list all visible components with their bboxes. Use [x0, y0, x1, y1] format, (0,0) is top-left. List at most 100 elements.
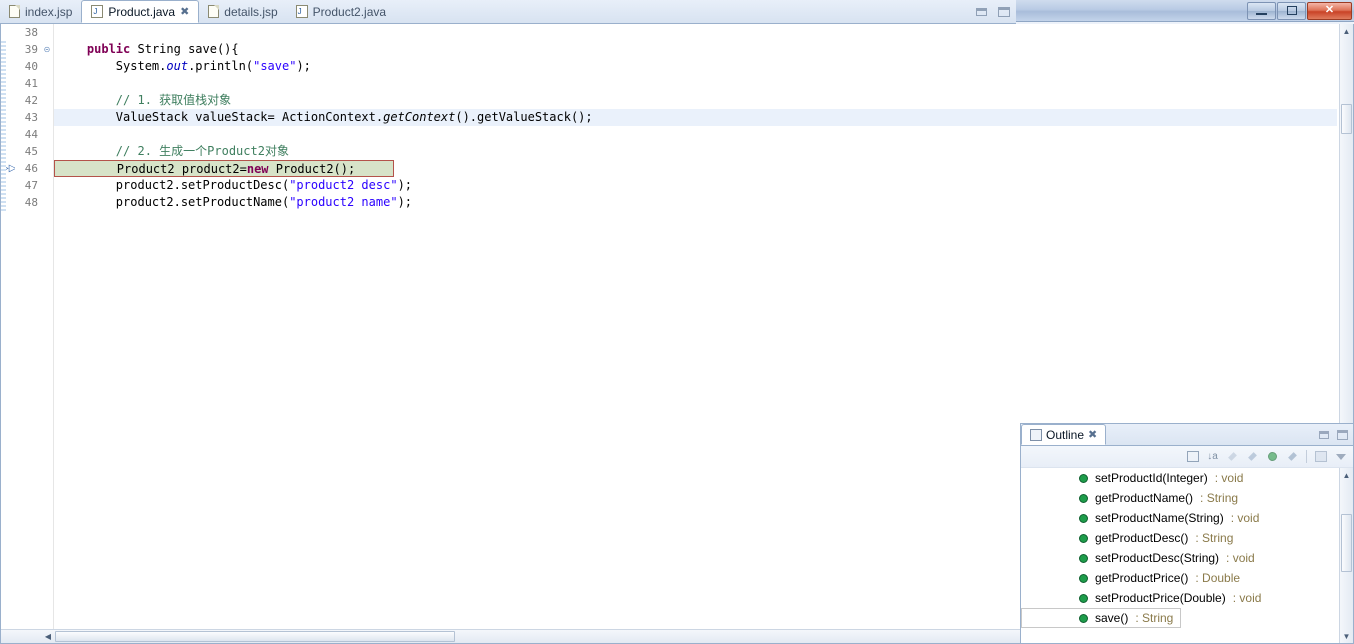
view-menu-icon[interactable]	[1332, 448, 1349, 465]
outline-icon	[1030, 428, 1042, 441]
line-number: 39	[24, 43, 38, 56]
code-line[interactable]: ValueStack valueStack= ActionContext.get…	[54, 109, 1337, 126]
java-file-icon: J	[295, 5, 308, 18]
editor-tabrow: index.jsp J Product.java ✖ details.jsp J…	[0, 0, 1016, 24]
editor-tab-label: index.jsp	[25, 4, 73, 19]
outline-item[interactable]: save() : String	[1021, 608, 1181, 628]
close-icon[interactable]: ✖	[180, 5, 189, 18]
public-method-icon	[1079, 553, 1088, 563]
minimize-button[interactable]	[1247, 1, 1276, 20]
outline-item-label: getProductDesc()	[1095, 531, 1189, 545]
line-number: 46	[24, 162, 38, 175]
fold-placeholder	[41, 24, 53, 41]
outline-view: Outline ✖ ↓a setProductId(Integer): voi…	[1020, 423, 1354, 644]
editor-folding-bar[interactable]: ⊝	[41, 24, 54, 629]
outline-item[interactable]: getProductDesc() : String	[1021, 528, 1339, 548]
maximize-icon[interactable]	[1334, 427, 1351, 444]
public-method-icon	[1079, 493, 1088, 503]
code-line[interactable]	[54, 126, 1337, 143]
line-number: 38	[24, 26, 38, 39]
code-line[interactable]: // 1. 获取值栈对象	[54, 92, 1337, 109]
code-line[interactable]: Product2 product2=new Product2();	[54, 160, 394, 177]
outline-member-list[interactable]: setProductId(Integer) : void getProductNa…	[1021, 468, 1339, 643]
fold-placeholder	[41, 160, 53, 177]
outline-item-return-type: : void	[1232, 591, 1262, 605]
outline-item-label: setProductDesc(String)	[1095, 551, 1220, 565]
scroll-thumb[interactable]	[1341, 514, 1352, 572]
line-number: 41	[24, 77, 38, 90]
hide-nonpublic-icon[interactable]	[1264, 448, 1281, 465]
public-method-icon	[1079, 573, 1088, 583]
scroll-down-arrow-icon[interactable]: ▼	[1340, 629, 1353, 643]
scroll-thumb[interactable]	[55, 631, 455, 642]
collapse-all-icon[interactable]	[1184, 448, 1201, 465]
editor-tab-product-java[interactable]: J Product.java ✖	[81, 0, 200, 23]
outline-item-label: setProductName(String)	[1095, 511, 1224, 525]
java-file-icon: J	[91, 5, 104, 18]
editor-area: index.jsp J Product.java ✖ details.jsp J…	[0, 0, 1354, 644]
outline-item-return-type: : Double	[1195, 571, 1241, 585]
outline-item[interactable]: getProductPrice() : Double	[1021, 568, 1339, 588]
hide-local-types-icon[interactable]	[1284, 448, 1301, 465]
outline-item[interactable]: setProductPrice(Double) : void	[1021, 588, 1339, 608]
fold-placeholder	[41, 126, 53, 143]
fold-placeholder	[41, 177, 53, 194]
change-ruler	[1, 41, 6, 211]
line-number: 47	[24, 179, 38, 192]
minimize-icon[interactable]	[1315, 427, 1332, 444]
editor-tab-details-jsp[interactable]: details.jsp	[199, 0, 286, 23]
fold-placeholder	[41, 143, 53, 160]
editor-line-numbers: 38 39 40 41 42 43 44 45 46 47 48	[15, 24, 41, 629]
outline-item-return-type: : void	[1214, 471, 1244, 485]
outline-item[interactable]: setProductName(String) : void	[1021, 508, 1339, 528]
close-icon[interactable]: ✖	[1088, 428, 1097, 441]
outline-tab-toolbar	[1315, 425, 1351, 445]
code-line[interactable]: product2.setProductDesc("product2 desc")…	[54, 177, 1337, 194]
sort-icon[interactable]: ↓a	[1204, 448, 1221, 465]
outline-item-label: setProductPrice(Double)	[1095, 591, 1226, 605]
close-button[interactable]: ✕	[1307, 1, 1352, 20]
code-line[interactable]: // 2. 生成一个Product2对象	[54, 143, 1337, 160]
outline-item[interactable]: setProductDesc(String) : void	[1021, 548, 1339, 568]
code-line[interactable]	[54, 24, 1337, 41]
outline-item[interactable]: getProductName() : String	[1021, 488, 1339, 508]
scroll-thumb[interactable]	[1341, 104, 1352, 134]
outline-toolbar: ↓a	[1021, 446, 1353, 468]
code-line[interactable]: public String save(){	[54, 41, 1337, 58]
maximize-button[interactable]	[1277, 1, 1306, 20]
code-line[interactable]: System.out.println("save");	[54, 58, 1337, 75]
hide-fields-icon[interactable]	[1224, 448, 1241, 465]
minimize-icon[interactable]	[973, 3, 990, 20]
editor-tab-label: details.jsp	[224, 4, 278, 19]
maximize-icon[interactable]	[995, 3, 1012, 20]
editor-tab-label: Product.java	[108, 4, 176, 19]
line-number: 48	[24, 196, 38, 209]
outline-vscrollbar[interactable]: ▲ ▼	[1339, 468, 1353, 643]
hide-static-icon[interactable]	[1244, 448, 1261, 465]
public-method-icon	[1079, 593, 1088, 603]
scroll-up-arrow-icon[interactable]: ▲	[1340, 468, 1353, 482]
outline-item-label: getProductPrice()	[1095, 571, 1189, 585]
outline-item[interactable]: setProductId(Integer) : void	[1021, 468, 1339, 488]
tab-outline[interactable]: Outline ✖	[1021, 424, 1107, 445]
public-method-icon	[1079, 613, 1088, 623]
public-method-icon	[1079, 473, 1088, 483]
scroll-left-arrow-icon[interactable]: ◀	[41, 630, 55, 643]
outline-item-label: save()	[1095, 611, 1129, 625]
editor-tab-index-jsp[interactable]: index.jsp	[0, 0, 81, 23]
line-number: 44	[24, 128, 38, 141]
fold-collapse-icon[interactable]: ⊝	[41, 41, 53, 58]
scroll-up-arrow-icon[interactable]: ▲	[1340, 24, 1353, 38]
editor-tab-product2-java[interactable]: J Product2.java	[287, 0, 395, 23]
outline-item-label: setProductId(Integer)	[1095, 471, 1208, 485]
outline-tabrow: Outline ✖	[1021, 424, 1353, 446]
outline-item-return-type: : String	[1195, 531, 1234, 545]
fold-placeholder	[41, 109, 53, 126]
jsp-file-icon	[208, 5, 220, 18]
line-number: 42	[24, 94, 38, 107]
fold-placeholder	[41, 194, 53, 211]
code-line[interactable]: product2.setProductName("product2 name")…	[54, 194, 1337, 211]
code-line[interactable]	[54, 75, 1337, 92]
link-with-editor-icon[interactable]	[1312, 448, 1329, 465]
toolbar-separator	[1306, 450, 1307, 463]
